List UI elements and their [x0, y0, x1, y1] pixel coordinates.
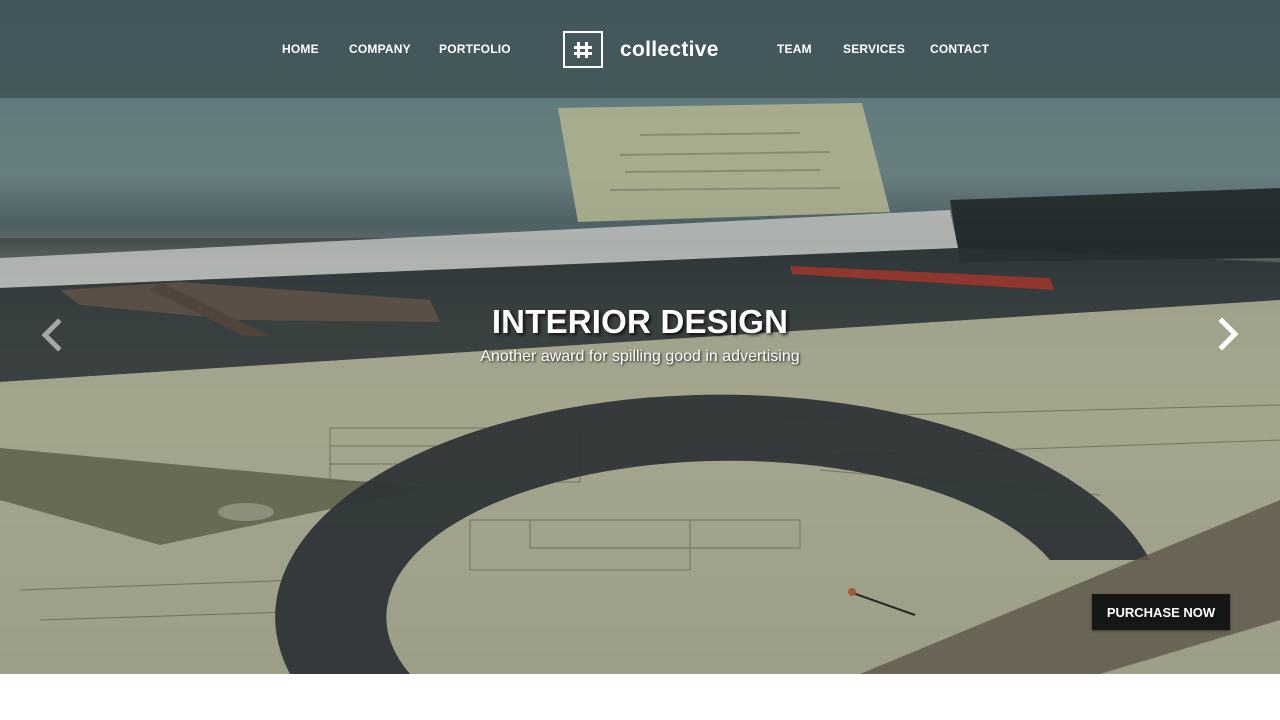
nav-team[interactable]: TEAM — [777, 42, 812, 56]
purchase-now-button[interactable]: PURCHASE NOW — [1092, 594, 1230, 630]
site-header: HOME COMPANY PORTFOLIO collective TEAM S… — [0, 0, 1280, 98]
slider-next-button[interactable] — [1214, 314, 1244, 354]
logo-text: collective — [620, 37, 719, 61]
chevron-right-icon — [1218, 317, 1239, 351]
site-logo[interactable]: collective — [563, 31, 719, 68]
nav-services[interactable]: SERVICES — [843, 42, 905, 56]
grid-mark-icon — [563, 31, 603, 68]
chevron-left-icon — [41, 318, 62, 352]
nav-contact[interactable]: CONTACT — [930, 42, 989, 56]
nav-home[interactable]: HOME — [282, 42, 319, 56]
nav-portfolio[interactable]: PORTFOLIO — [439, 42, 511, 56]
slide-subtitle: Another award for spilling good in adver… — [480, 348, 800, 365]
hero-slider: INTERIOR DESIGN Another award for spilli… — [0, 0, 1280, 674]
slide-caption: INTERIOR DESIGN Another award for spilli… — [340, 300, 940, 366]
nav-company[interactable]: COMPANY — [349, 42, 411, 56]
slide-title: INTERIOR DESIGN — [491, 303, 789, 340]
slider-prev-button[interactable] — [36, 315, 66, 355]
